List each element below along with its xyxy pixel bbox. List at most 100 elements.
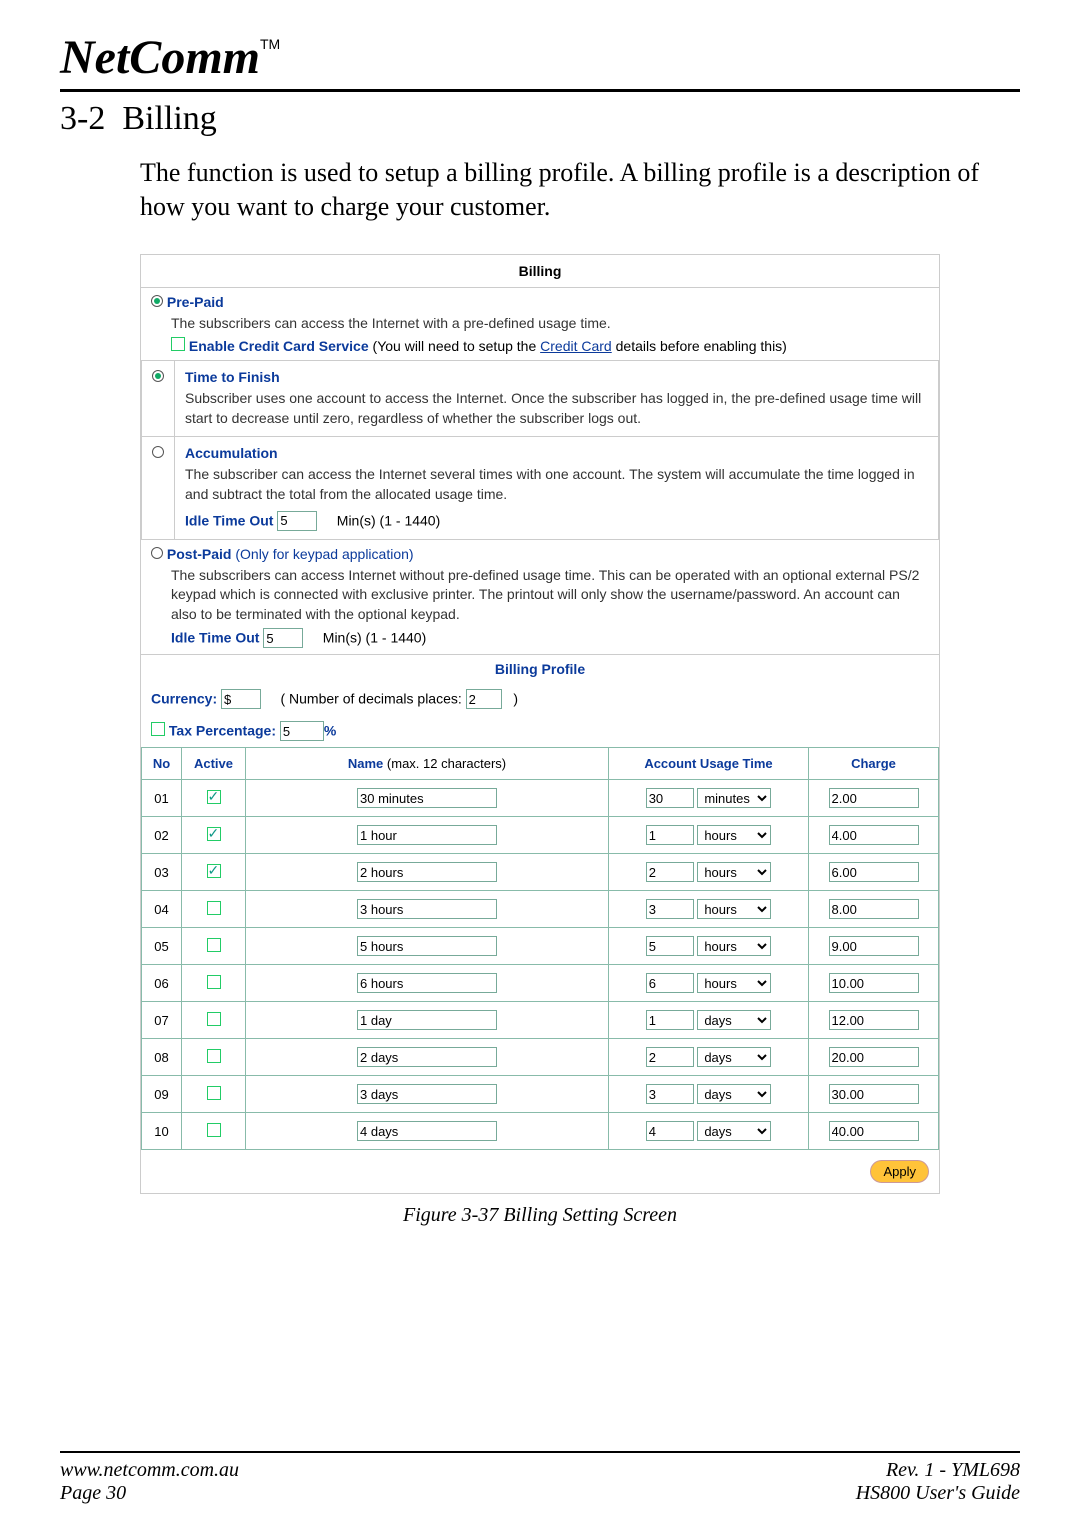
prepaid-radio[interactable] [151,295,163,307]
table-row: 09 days [142,1076,939,1113]
decimals-input[interactable] [466,689,502,709]
postpaid-idle-label: Idle Time Out [171,630,259,646]
tax-input[interactable] [280,721,324,741]
postpaid-radio[interactable] [151,547,163,559]
usage-qty-input[interactable] [646,1084,694,1104]
active-checkbox[interactable] [207,790,221,804]
active-checkbox[interactable] [207,1086,221,1100]
cell-no: 05 [142,928,182,965]
name-input[interactable] [357,899,497,919]
currency-label: Currency: [151,691,217,707]
footer-divider [60,1451,1020,1453]
name-input[interactable] [357,788,497,808]
intro-paragraph: The function is used to setup a billing … [140,156,1000,224]
name-input[interactable] [357,825,497,845]
cell-no: 07 [142,1002,182,1039]
active-checkbox[interactable] [207,827,221,841]
active-checkbox[interactable] [207,1123,221,1137]
accumulation-idle-hint: Min(s) (1 - 1440) [337,512,440,528]
postpaid-desc: The subscribers can access Internet with… [171,566,929,625]
usage-unit-select[interactable]: days [697,1084,771,1104]
name-input[interactable] [357,862,497,882]
active-checkbox[interactable] [207,975,221,989]
usage-qty-input[interactable] [646,788,694,808]
name-input[interactable] [357,1084,497,1104]
usage-unit-select[interactable]: hours [697,862,771,882]
name-input[interactable] [357,973,497,993]
usage-qty-input[interactable] [646,862,694,882]
usage-unit-select[interactable]: hours [697,899,771,919]
name-input[interactable] [357,1047,497,1067]
cell-no: 10 [142,1113,182,1150]
prepaid-label: Pre-Paid [167,294,224,310]
tax-label: Tax Percentage: [169,723,276,739]
name-input[interactable] [357,1010,497,1030]
usage-unit-select[interactable]: days [697,1047,771,1067]
usage-unit-select[interactable]: hours [697,936,771,956]
usage-qty-input[interactable] [646,825,694,845]
postpaid-idle-input[interactable] [263,628,303,648]
charge-input[interactable] [829,1010,919,1030]
credit-card-link[interactable]: Credit Card [540,338,612,354]
charge-input[interactable] [829,862,919,882]
logo: NetCommTM [60,30,1020,85]
active-checkbox[interactable] [207,901,221,915]
active-checkbox[interactable] [207,1012,221,1026]
usage-unit-select[interactable]: hours [697,825,771,845]
charge-input[interactable] [829,1121,919,1141]
cell-no: 04 [142,891,182,928]
usage-unit-select[interactable]: days [697,1010,771,1030]
name-input[interactable] [357,936,497,956]
apply-button[interactable]: Apply [870,1160,929,1183]
active-checkbox[interactable] [207,938,221,952]
billing-profile-title: Billing Profile [141,655,939,683]
accumulation-idle-input[interactable] [277,511,317,531]
currency-row: Currency: ( Number of decimals places: ) [141,683,939,715]
time-to-finish-radio[interactable] [152,370,164,382]
usage-qty-input[interactable] [646,1047,694,1067]
usage-qty-input[interactable] [646,1121,694,1141]
charge-input[interactable] [829,899,919,919]
footer-url: www.netcomm.com.au [60,1459,239,1482]
usage-qty-input[interactable] [646,936,694,956]
credit-card-checkbox[interactable] [171,337,185,351]
credit-card-hint-a: (You will need to setup the [369,338,541,354]
postpaid-idle-row: Idle Time Out Min(s) (1 - 1440) [171,628,929,648]
currency-input[interactable] [221,689,261,709]
footer-guide: HS800 User's Guide [856,1482,1020,1505]
usage-unit-select[interactable]: days [697,1121,771,1141]
usage-unit-select[interactable]: hours [697,973,771,993]
usage-qty-input[interactable] [646,973,694,993]
active-checkbox[interactable] [207,1049,221,1063]
usage-qty-input[interactable] [646,899,694,919]
usage-unit-select[interactable]: minutes [697,788,771,808]
charge-input[interactable] [829,825,919,845]
header-divider [60,89,1020,92]
tax-checkbox[interactable] [151,722,165,736]
trademark-icon: TM [260,36,280,52]
accumulation-radio[interactable] [152,446,164,458]
time-to-finish-label: Time to Finish [185,369,280,385]
charge-input[interactable] [829,973,919,993]
tax-unit: % [324,723,336,739]
tax-row: Tax Percentage: % [141,715,939,747]
col-name: Name (max. 12 characters) [246,748,609,780]
billing-panel: Billing Pre-Paid The subscribers can acc… [140,254,940,1195]
postpaid-subtitle: (Only for keypad application) [231,546,413,562]
col-no: No [142,748,182,780]
section-title-text: Billing [122,100,216,137]
billing-title: Billing [141,255,939,288]
footer-rev: Rev. 1 - YML698 [856,1459,1020,1482]
usage-qty-input[interactable] [646,1010,694,1030]
charge-input[interactable] [829,1084,919,1104]
cell-no: 09 [142,1076,182,1113]
charge-input[interactable] [829,788,919,808]
section-heading: 3-2 Billing [60,100,1020,138]
name-input[interactable] [357,1121,497,1141]
credit-card-row: Enable Credit Card Service (You will nee… [171,337,929,354]
active-checkbox[interactable] [207,864,221,878]
charge-input[interactable] [829,1047,919,1067]
accumulation-desc: The subscriber can access the Internet s… [185,465,928,504]
charge-input[interactable] [829,936,919,956]
table-row: 04 hours [142,891,939,928]
